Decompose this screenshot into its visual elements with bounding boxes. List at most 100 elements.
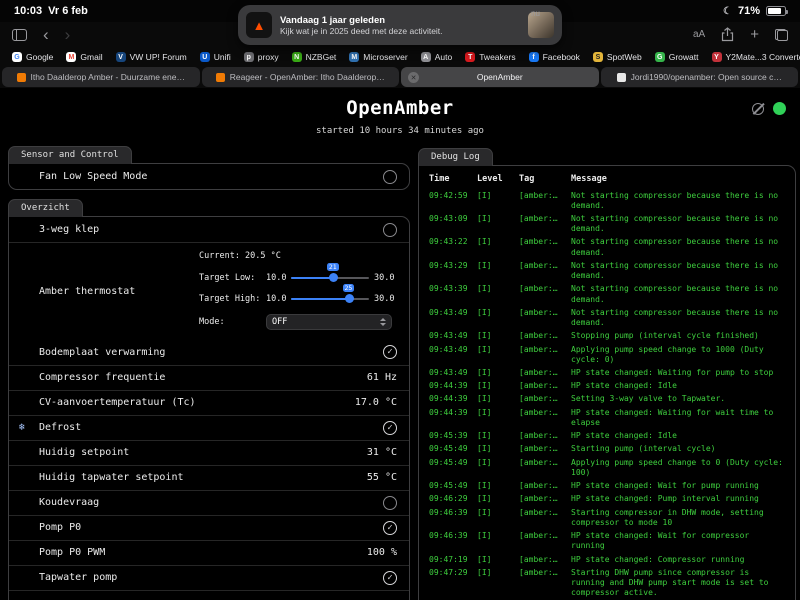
bookmark-item[interactable]: T Tweakers xyxy=(465,52,516,62)
toggle-checked-icon[interactable]: ✓ xyxy=(383,570,397,585)
bookmark-label: proxy xyxy=(257,52,279,62)
row-label: Koudevraag xyxy=(39,497,100,509)
bookmark-item[interactable]: U Unifi xyxy=(199,52,231,62)
row-label: Tapwater pomp xyxy=(39,572,118,584)
row-label: Pomp P0 xyxy=(39,522,82,534)
panel-row: CV-aanvoertemperatuur (Tc) 17.0 °C xyxy=(9,389,409,415)
share-icon[interactable] xyxy=(721,27,734,42)
bookmark-label: SpotWeb xyxy=(606,52,642,62)
bookmark-item[interactable]: S SpotWeb xyxy=(592,52,642,62)
row-label: Huidig setpoint xyxy=(39,447,130,459)
log-time: 09:43:49 xyxy=(429,331,468,341)
bookmark-item[interactable]: f Facebook xyxy=(528,52,580,62)
bookmark-item[interactable]: G Growatt xyxy=(654,52,699,62)
browser-tab[interactable]: Itho Daalderop Amber - Duurzame ene… xyxy=(2,67,200,87)
log-level: [I] xyxy=(477,457,492,467)
browser-tab[interactable]: Jordi1990/openamber: Open source c… xyxy=(600,67,798,87)
target-high-label: Target High: xyxy=(199,293,261,304)
log-level: [I] xyxy=(477,494,492,504)
toggle-unchecked-icon[interactable] xyxy=(383,495,397,510)
toggle-unchecked-icon[interactable] xyxy=(383,169,397,184)
back-icon[interactable]: ‹ xyxy=(43,26,49,43)
log-row: 09:46:29 [I] [amber:… HP state changed: Pum… xyxy=(429,493,785,506)
bookmark-label: Unifi xyxy=(213,52,231,62)
log-tag: [amber:… xyxy=(519,531,558,541)
section-tab-debug-log[interactable]: Debug Log xyxy=(418,148,493,166)
log-tag: [amber:… xyxy=(519,307,558,317)
bookmark-item[interactable]: M Gmail xyxy=(66,52,103,62)
row-label: Pomp P0 PWM xyxy=(39,547,106,559)
log-time: 09:43:39 xyxy=(429,284,468,294)
log-message: Stopping pump (interval cycle finished) xyxy=(571,331,759,341)
log-tag: [amber:… xyxy=(519,331,558,341)
row-label: Compressor frequentie xyxy=(39,372,166,384)
log-level: [I] xyxy=(477,567,492,577)
log-message: HP state changed: Idle xyxy=(571,381,677,391)
log-time: 09:43:49 xyxy=(429,344,468,354)
sidebar-toggle-icon[interactable] xyxy=(12,28,27,41)
log-time: 09:45:49 xyxy=(429,481,468,491)
bookmark-label: VW UP! Forum xyxy=(129,52,187,62)
log-message: Starting pump (interval cycle) xyxy=(571,444,716,454)
target-high-slider[interactable]: 25 xyxy=(291,283,369,305)
section-tab-sensor-and-control[interactable]: Sensor and Control xyxy=(8,146,132,164)
section-tab-overzicht[interactable]: Overzicht xyxy=(8,199,83,217)
panel-row xyxy=(9,589,409,600)
log-message: Not starting compressor because there is… xyxy=(571,307,779,328)
tab-title: Reageer - OpenAmber: Itho Daalderop… xyxy=(229,72,385,82)
log-time: 09:44:39 xyxy=(429,381,468,391)
browser-tab[interactable]: Reageer - OpenAmber: Itho Daalderop… xyxy=(201,67,399,87)
bookmark-item[interactable]: p proxy xyxy=(243,52,279,62)
bookmark-favicon-icon: A xyxy=(420,52,431,62)
log-row: 09:45:39 [I] [amber:… HP state changed: Idl… xyxy=(429,430,785,443)
log-time: 09:45:49 xyxy=(429,444,468,454)
tab-close-icon[interactable]: ✕ xyxy=(408,72,419,83)
log-level: [I] xyxy=(477,394,492,404)
log-column-header: Tag xyxy=(519,174,535,184)
log-row: 09:45:49 [I] [amber:… Applying pump speed c… xyxy=(429,456,785,479)
notification-time: nu xyxy=(531,9,540,18)
forward-icon[interactable]: › xyxy=(65,26,71,43)
log-message: Not starting compressor because there is… xyxy=(571,284,779,304)
log-row: 09:44:39 [I] [amber:… HP state changed: Wai… xyxy=(429,406,785,429)
log-message: Setting 3-way valve to Tapwater. xyxy=(571,394,726,404)
toggle-unchecked-icon[interactable] xyxy=(383,222,397,237)
tab-title: OpenAmber xyxy=(476,72,523,82)
toggle-checked-icon[interactable]: ✓ xyxy=(383,520,397,535)
log-time: 09:44:39 xyxy=(429,407,468,417)
log-time: 09:45:49 xyxy=(429,457,468,467)
snowflake-icon: ❄ xyxy=(19,422,26,434)
slider-handle[interactable] xyxy=(329,273,339,283)
thermostat-controls: Current: 20.5 °C Target Low: 10.0 21 30.… xyxy=(199,251,397,332)
browser-tab[interactable]: ✕ OpenAmber xyxy=(401,67,599,87)
bookmark-favicon-icon: G xyxy=(654,52,665,62)
bookmark-item[interactable]: M Microserver xyxy=(349,52,408,62)
bookmark-item[interactable]: N NZBGet xyxy=(291,52,336,62)
notification-banner[interactable]: nu ▲ Vandaag 1 jaar geleden Kijk wat je … xyxy=(238,5,562,45)
tab-overview-icon[interactable] xyxy=(775,28,788,41)
log-message: HP state changed: Pump interval running xyxy=(571,494,759,504)
bookmark-favicon-icon: U xyxy=(199,52,210,62)
notification-app-icon: ▲ xyxy=(246,12,272,38)
log-time: 09:43:29 xyxy=(429,260,468,270)
new-tab-icon[interactable]: + xyxy=(750,27,759,42)
panel-row: Huidig tapwater setpoint 55 °C xyxy=(9,464,409,490)
log-time: 09:47:29 xyxy=(429,567,468,577)
reader-icon[interactable]: aA xyxy=(693,29,705,40)
log-rows[interactable]: 09:42:59 [I] [amber:… Not starting compress… xyxy=(419,189,795,600)
bookmark-item[interactable]: V VW UP! Forum xyxy=(115,52,187,62)
target-low-slider[interactable]: 21 xyxy=(291,262,369,284)
toggle-checked-icon[interactable]: ✓ xyxy=(383,345,397,360)
mode-select[interactable]: OFF xyxy=(266,313,392,330)
log-row: 09:43:09 [I] [amber:… Not starting compress… xyxy=(429,212,785,235)
sensor-card: Fan Low Speed Mode xyxy=(8,163,410,190)
log-level: [I] xyxy=(477,368,492,378)
toggle-checked-icon[interactable]: ✓ xyxy=(383,420,397,435)
log-level: [I] xyxy=(477,407,492,417)
bookmark-item[interactable]: Y Y2Mate...3 Converter xyxy=(711,52,800,62)
slider-handle[interactable] xyxy=(345,294,354,304)
log-time: 09:42:59 xyxy=(429,190,468,200)
bookmark-item[interactable]: G Google xyxy=(12,52,53,62)
bookmark-item[interactable]: A Auto xyxy=(420,52,452,62)
select-chevrons-icon xyxy=(380,318,386,326)
